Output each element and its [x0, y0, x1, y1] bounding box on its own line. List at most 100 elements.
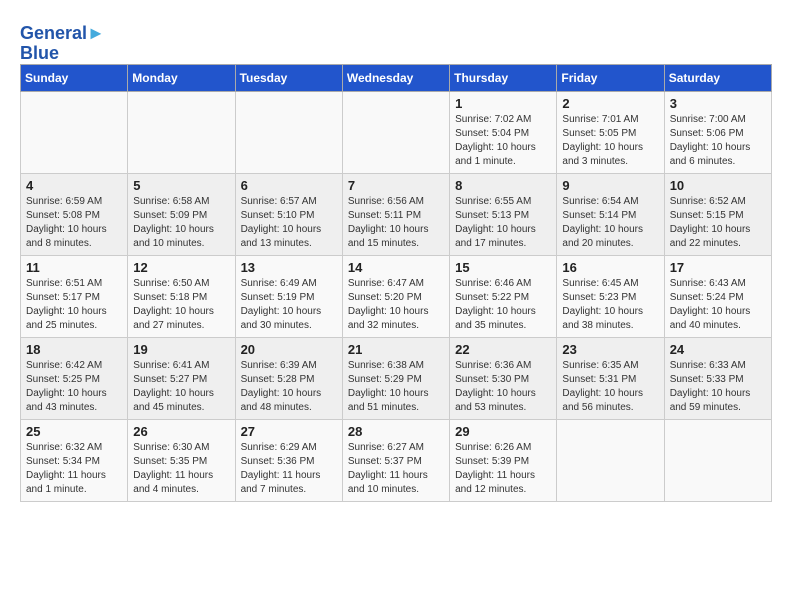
day-number: 6 — [241, 178, 337, 193]
day-info: Sunrise: 6:54 AM Sunset: 5:14 PM Dayligh… — [562, 195, 658, 251]
day-number: 7 — [348, 178, 444, 193]
day-number: 17 — [670, 260, 766, 275]
weekday-header-sunday: Sunday — [21, 64, 128, 91]
day-number: 19 — [133, 342, 229, 357]
day-number: 12 — [133, 260, 229, 275]
weekday-header-tuesday: Tuesday — [235, 64, 342, 91]
day-info: Sunrise: 6:38 AM Sunset: 5:29 PM Dayligh… — [348, 359, 444, 415]
calendar-cell: 27Sunrise: 6:29 AM Sunset: 5:36 PM Dayli… — [235, 419, 342, 501]
day-number: 3 — [670, 96, 766, 111]
day-info: Sunrise: 7:02 AM Sunset: 5:04 PM Dayligh… — [455, 113, 551, 169]
calendar-cell: 11 Sunrise: 6:51 AM Sunset: 5:17 PM Dayli… — [21, 255, 128, 337]
logo: General► Blue — [20, 24, 105, 64]
day-number: 21 — [348, 342, 444, 357]
calendar-cell: 1Sunrise: 7:02 AM Sunset: 5:04 PM Daylig… — [450, 91, 557, 173]
calendar-cell — [21, 91, 128, 173]
calendar-cell — [664, 419, 771, 501]
day-info: Sunrise: 6:58 AM Sunset: 5:09 PM Dayligh… — [133, 195, 229, 251]
day-info: Sunrise: 7:01 AM Sunset: 5:05 PM Dayligh… — [562, 113, 658, 169]
day-info: Sunrise: 6:43 AM Sunset: 5:24 PM Dayligh… — [670, 277, 766, 333]
day-number: 16 — [562, 260, 658, 275]
day-info: Sunrise: 6:35 AM Sunset: 5:31 PM Dayligh… — [562, 359, 658, 415]
day-info: Sunrise: 6:51 AM Sunset: 5:17 PM Dayligh… — [26, 277, 122, 333]
day-info: Sunrise: 6:42 AM Sunset: 5:25 PM Dayligh… — [26, 359, 122, 415]
logo-line1: General► — [20, 24, 105, 44]
weekday-header-saturday: Saturday — [664, 64, 771, 91]
day-number: 29 — [455, 424, 551, 439]
calendar-cell: 14 Sunrise: 6:47 AM Sunset: 5:20 PM Dayli… — [342, 255, 449, 337]
weekday-header-monday: Monday — [128, 64, 235, 91]
day-number: 18 — [26, 342, 122, 357]
day-info: Sunrise: 6:52 AM Sunset: 5:15 PM Dayligh… — [670, 195, 766, 251]
calendar-cell: 23 Sunrise: 6:35 AM Sunset: 5:31 PM Dayli… — [557, 337, 664, 419]
day-info: Sunrise: 6:57 AM Sunset: 5:10 PM Dayligh… — [241, 195, 337, 251]
day-number: 5 — [133, 178, 229, 193]
day-info: Sunrise: 6:59 AM Sunset: 5:08 PM Dayligh… — [26, 195, 122, 251]
calendar-cell: 8 Sunrise: 6:55 AM Sunset: 5:13 PM Daylig… — [450, 173, 557, 255]
day-number: 24 — [670, 342, 766, 357]
weekday-header-wednesday: Wednesday — [342, 64, 449, 91]
calendar-cell: 29Sunrise: 6:26 AM Sunset: 5:39 PM Dayli… — [450, 419, 557, 501]
day-info: Sunrise: 6:49 AM Sunset: 5:19 PM Dayligh… — [241, 277, 337, 333]
calendar-cell: 24 Sunrise: 6:33 AM Sunset: 5:33 PM Dayli… — [664, 337, 771, 419]
day-info: Sunrise: 6:45 AM Sunset: 5:23 PM Dayligh… — [562, 277, 658, 333]
calendar-cell: 22Sunrise: 6:36 AM Sunset: 5:30 PM Dayli… — [450, 337, 557, 419]
day-number: 23 — [562, 342, 658, 357]
day-info: Sunrise: 6:30 AM Sunset: 5:35 PM Dayligh… — [133, 441, 229, 497]
day-number: 4 — [26, 178, 122, 193]
calendar-cell: 13 Sunrise: 6:49 AM Sunset: 5:19 PM Dayli… — [235, 255, 342, 337]
day-number: 13 — [241, 260, 337, 275]
day-info: Sunrise: 6:50 AM Sunset: 5:18 PM Dayligh… — [133, 277, 229, 333]
calendar-cell: 15 Sunrise: 6:46 AM Sunset: 5:22 PM Dayli… — [450, 255, 557, 337]
calendar-cell: 16 Sunrise: 6:45 AM Sunset: 5:23 PM Dayli… — [557, 255, 664, 337]
calendar-cell: 10 Sunrise: 6:52 AM Sunset: 5:15 PM Dayli… — [664, 173, 771, 255]
calendar-week-4: 18 Sunrise: 6:42 AM Sunset: 5:25 PM Dayli… — [21, 337, 772, 419]
calendar-table: SundayMondayTuesdayWednesdayThursdayFrid… — [20, 64, 772, 502]
day-number: 26 — [133, 424, 229, 439]
calendar-cell: 7 Sunrise: 6:56 AM Sunset: 5:11 PM Daylig… — [342, 173, 449, 255]
calendar-cell: 5 Sunrise: 6:58 AM Sunset: 5:09 PM Daylig… — [128, 173, 235, 255]
calendar-cell: 28 Sunrise: 6:27 AM Sunset: 5:37 PM Dayli… — [342, 419, 449, 501]
day-info: Sunrise: 6:46 AM Sunset: 5:22 PM Dayligh… — [455, 277, 551, 333]
day-info: Sunrise: 6:56 AM Sunset: 5:11 PM Dayligh… — [348, 195, 444, 251]
calendar-cell: 18 Sunrise: 6:42 AM Sunset: 5:25 PM Dayli… — [21, 337, 128, 419]
calendar-cell: 2 Sunrise: 7:01 AM Sunset: 5:05 PM Daylig… — [557, 91, 664, 173]
weekday-header-friday: Friday — [557, 64, 664, 91]
day-number: 20 — [241, 342, 337, 357]
day-info: Sunrise: 6:27 AM Sunset: 5:37 PM Dayligh… — [348, 441, 444, 497]
calendar-cell: 20 Sunrise: 6:39 AM Sunset: 5:28 PM Dayli… — [235, 337, 342, 419]
day-number: 28 — [348, 424, 444, 439]
calendar-cell — [342, 91, 449, 173]
day-info: Sunrise: 6:33 AM Sunset: 5:33 PM Dayligh… — [670, 359, 766, 415]
calendar-cell: 6 Sunrise: 6:57 AM Sunset: 5:10 PM Daylig… — [235, 173, 342, 255]
calendar-cell — [128, 91, 235, 173]
day-number: 8 — [455, 178, 551, 193]
calendar-cell: 26 Sunrise: 6:30 AM Sunset: 5:35 PM Dayli… — [128, 419, 235, 501]
day-number: 27 — [241, 424, 337, 439]
day-info: Sunrise: 6:47 AM Sunset: 5:20 PM Dayligh… — [348, 277, 444, 333]
day-number: 11 — [26, 260, 122, 275]
calendar-cell: 12 Sunrise: 6:50 AM Sunset: 5:18 PM Dayli… — [128, 255, 235, 337]
calendar-week-1: 1Sunrise: 7:02 AM Sunset: 5:04 PM Daylig… — [21, 91, 772, 173]
calendar-cell: 3 Sunrise: 7:00 AM Sunset: 5:06 PM Daylig… — [664, 91, 771, 173]
day-number: 25 — [26, 424, 122, 439]
day-info: Sunrise: 6:36 AM Sunset: 5:30 PM Dayligh… — [455, 359, 551, 415]
day-info: Sunrise: 7:00 AM Sunset: 5:06 PM Dayligh… — [670, 113, 766, 169]
calendar-cell: 25 Sunrise: 6:32 AM Sunset: 5:34 PM Dayli… — [21, 419, 128, 501]
day-info: Sunrise: 6:39 AM Sunset: 5:28 PM Dayligh… — [241, 359, 337, 415]
logo-line2: Blue — [20, 44, 105, 64]
day-info: Sunrise: 6:55 AM Sunset: 5:13 PM Dayligh… — [455, 195, 551, 251]
day-number: 10 — [670, 178, 766, 193]
day-number: 15 — [455, 260, 551, 275]
day-number: 9 — [562, 178, 658, 193]
calendar-cell: 19 Sunrise: 6:41 AM Sunset: 5:27 PM Dayli… — [128, 337, 235, 419]
calendar-week-2: 4 Sunrise: 6:59 AM Sunset: 5:08 PM Daylig… — [21, 173, 772, 255]
day-number: 2 — [562, 96, 658, 111]
calendar-cell — [557, 419, 664, 501]
calendar-week-5: 25 Sunrise: 6:32 AM Sunset: 5:34 PM Dayli… — [21, 419, 772, 501]
day-info: Sunrise: 6:32 AM Sunset: 5:34 PM Dayligh… — [26, 441, 122, 497]
day-number: 14 — [348, 260, 444, 275]
weekday-header-thursday: Thursday — [450, 64, 557, 91]
day-info: Sunrise: 6:41 AM Sunset: 5:27 PM Dayligh… — [133, 359, 229, 415]
calendar-cell: 9 Sunrise: 6:54 AM Sunset: 5:14 PM Daylig… — [557, 173, 664, 255]
